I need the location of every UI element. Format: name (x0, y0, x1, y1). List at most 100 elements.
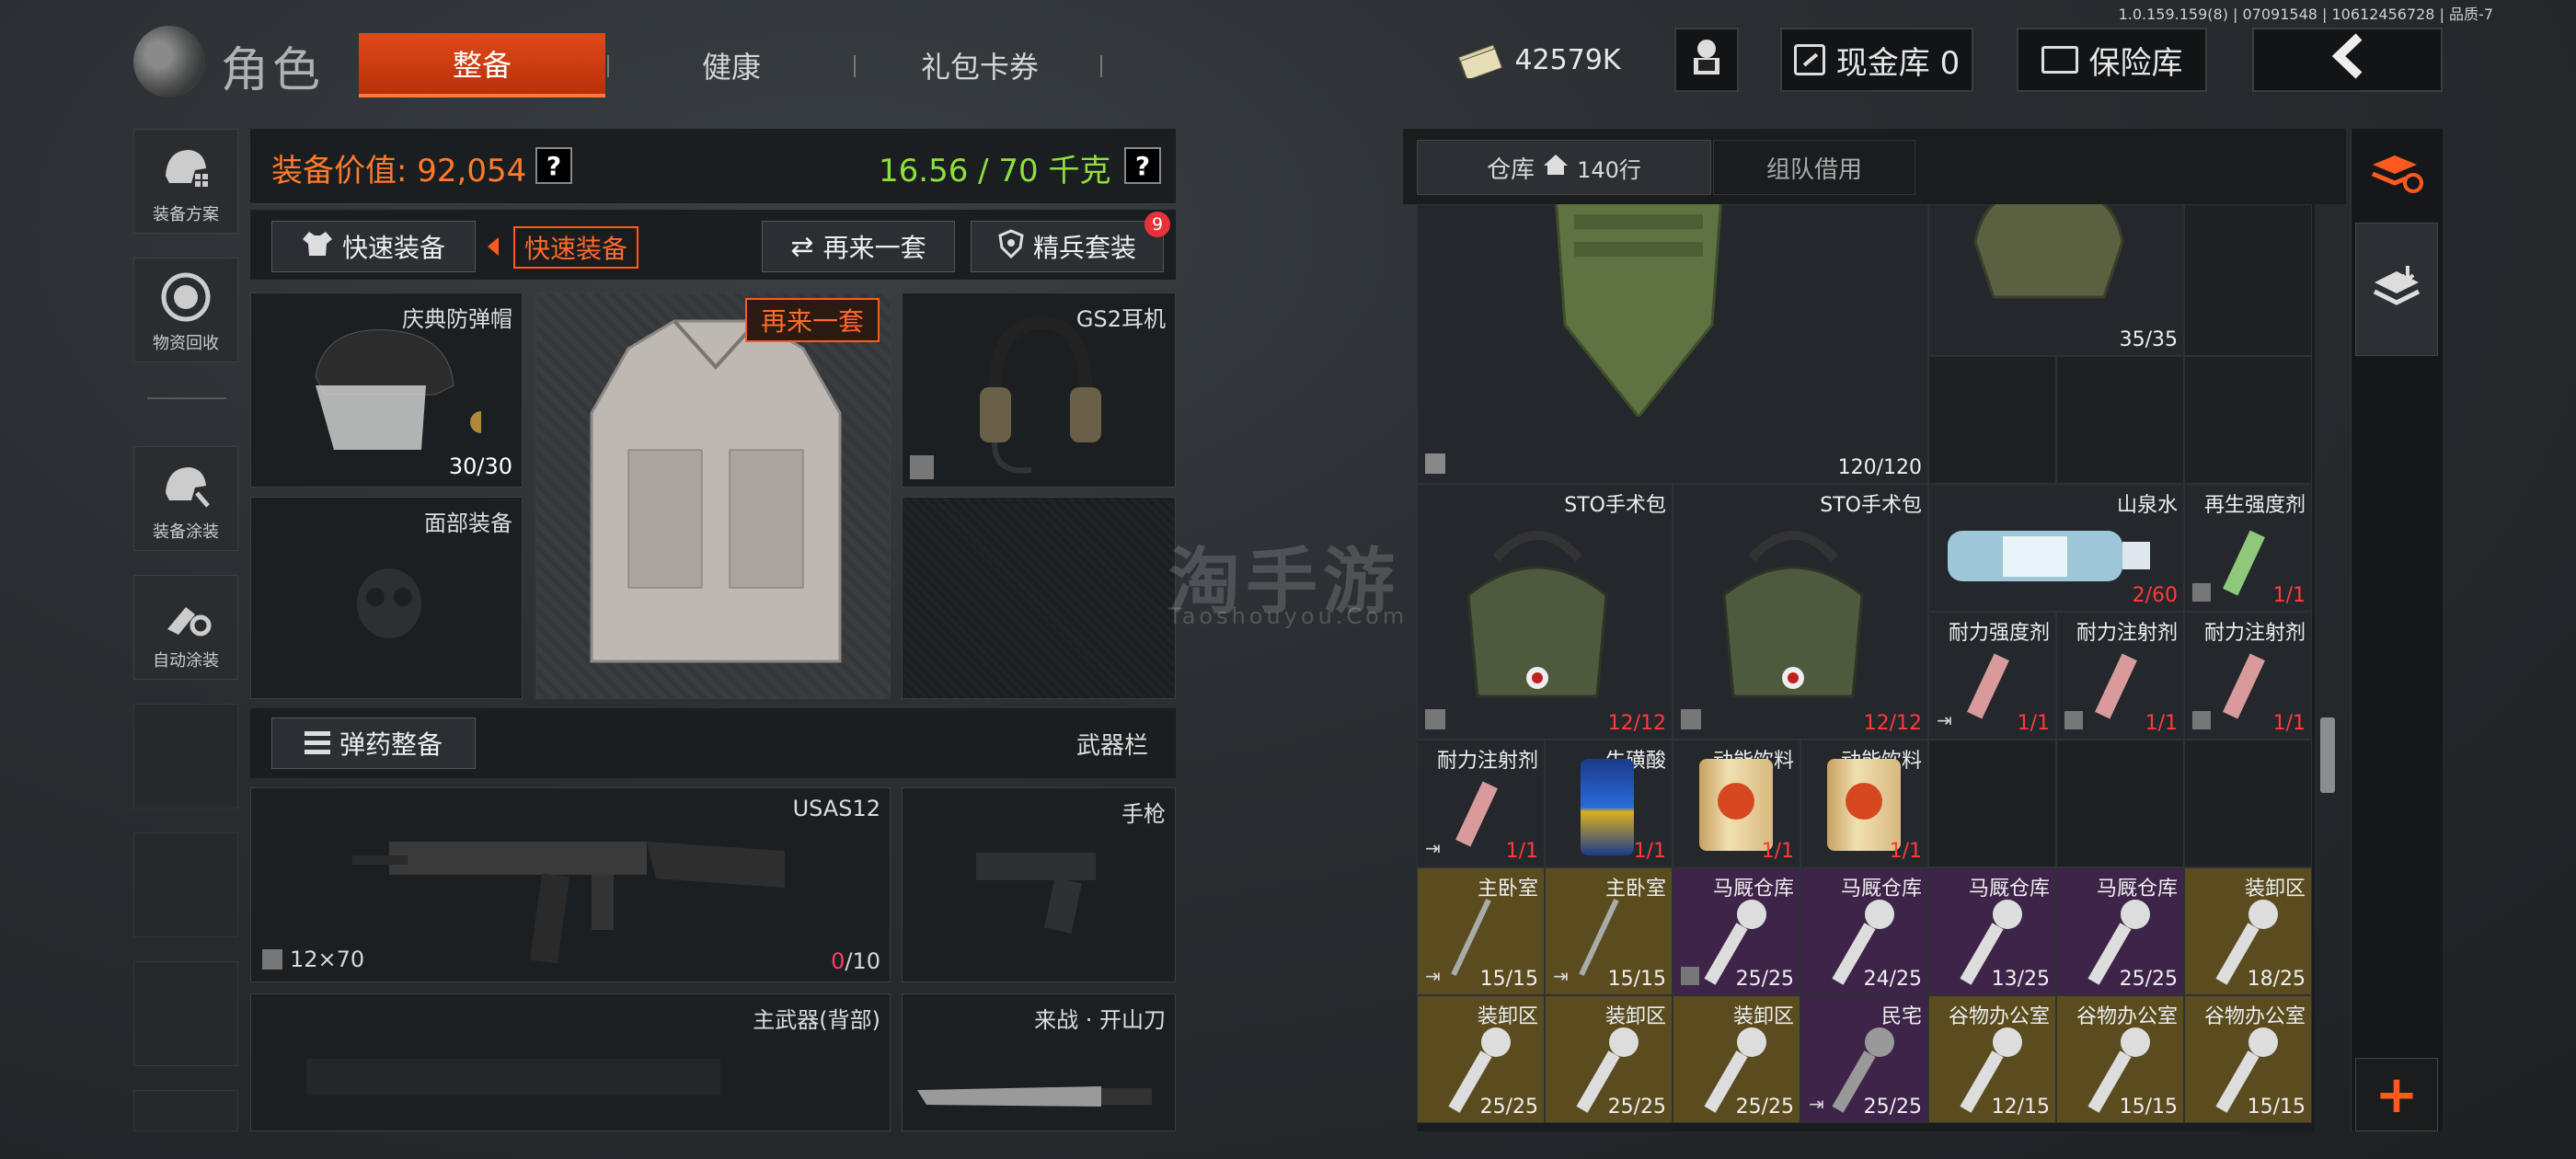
inventory-item-key[interactable]: 装卸区 25/25 (1545, 995, 1673, 1123)
quick-equip-button[interactable]: 快速装备 (271, 221, 476, 272)
elite-set-button[interactable]: 精兵套装 (971, 221, 1164, 272)
again-set-button[interactable]: ⇄ 再来一套 (762, 221, 955, 272)
empty-gear-slot[interactable] (902, 497, 1176, 699)
inventory-item-name: 再生强度剂 (2203, 494, 2306, 517)
inventory-item-count: 1/1 (2017, 712, 2050, 735)
inventory-item-key[interactable]: 马厩仓库 13/25 (1928, 867, 2056, 995)
inventory-empty-cell[interactable] (2184, 204, 2312, 356)
pink-syringe-icon (1455, 781, 1498, 847)
inventory-item-surgery-kit[interactable]: STO手术包 12/12 (1673, 484, 1928, 740)
inventory-item-key[interactable]: 谷物办公室 15/15 (2184, 995, 2312, 1123)
sidebar-item-auto-paint[interactable]: 自动涂装 (133, 575, 238, 680)
inventory-empty-cell[interactable] (2184, 740, 2312, 867)
weight-help-button[interactable]: ? (1124, 147, 1161, 184)
back-button[interactable] (2252, 28, 2443, 92)
inventory-item-key[interactable]: 主卧室 ⇥ 15/15 (1545, 867, 1673, 995)
inventory-empty-cell[interactable] (2184, 356, 2312, 484)
armor-vest-icon (564, 312, 868, 693)
sidebar-item-label: 装备方案 (153, 205, 219, 224)
inventory-item-stamina-booster[interactable]: 耐力强度剂 ⇥ 1/1 (1928, 612, 2056, 740)
exit-icon: ⇥ (1809, 1093, 1824, 1115)
inventory-item-water[interactable]: 山泉水 2/60 (1928, 484, 2184, 612)
tab-loadout[interactable]: 整备 (359, 33, 605, 98)
inventory-item-count: 15/15 (1607, 968, 1666, 991)
armor-vest-slot[interactable] (535, 293, 891, 699)
tab-team-borrow[interactable]: 组队借用 (1713, 140, 1915, 195)
pink-syringe-icon (2095, 653, 2137, 719)
inventory-empty-cell[interactable] (2056, 740, 2184, 867)
inventory-item-helmet[interactable]: 35/35 (1928, 204, 2184, 356)
inventory-item-key[interactable]: 谷物办公室 12/15 (1928, 995, 2056, 1123)
ammo-prep-button[interactable]: 弹药整备 (271, 717, 476, 769)
add-button[interactable]: + (2355, 1058, 2438, 1131)
cash-vault-button[interactable]: 现金库 0 (1780, 28, 1973, 92)
inventory-item-name: 耐力注射剂 (2076, 622, 2178, 645)
inventory-empty-cell[interactable] (1928, 356, 2056, 484)
inventory-item-energy-drink[interactable]: 动能饮料 1/1 (1673, 740, 1800, 867)
melee-slot[interactable]: 来战 · 开山刀 (902, 993, 1176, 1131)
tab-warehouse[interactable]: 仓库 140行 (1417, 140, 1711, 195)
inventory-item-count: 1/1 (2272, 712, 2306, 735)
helmet-slot[interactable]: 庆典防弹帽 30/30 (250, 293, 523, 488)
face-slot-label: 面部装备 (424, 511, 512, 536)
inventory-item-vest[interactable]: 120/120 (1417, 204, 1928, 484)
weapon-bar-label: 武器栏 (1076, 732, 1149, 760)
watermark-url: Taoshouyou.Com (1168, 603, 1409, 629)
inventory-item-key[interactable]: 装卸区 25/25 (1417, 995, 1545, 1123)
sort-inventory-button[interactable] (2360, 138, 2433, 212)
elite-set-label: 精兵套装 (1032, 233, 1136, 263)
inventory-item-key[interactable]: 谷物办公室 15/15 (2056, 995, 2184, 1123)
support-agent-button[interactable] (1674, 28, 1739, 92)
sidebar-item-recycle[interactable]: 物资回收 (133, 258, 238, 362)
inventory-item-key[interactable]: 民宅 ⇥ 25/25 (1800, 995, 1928, 1123)
sidebar-item-paint[interactable]: 装备涂装 (133, 446, 238, 551)
package-icon (1681, 967, 1699, 985)
inventory-item-key[interactable]: 马厩仓库 24/25 (1800, 867, 1928, 995)
page-title: 角色 (221, 43, 325, 98)
headset-slot[interactable]: GS2耳机 (902, 293, 1176, 488)
import-button[interactable] (2355, 223, 2438, 356)
sidebar-item-loadout-plan[interactable]: 装备方案 (133, 129, 238, 234)
inventory-item-regen-injector[interactable]: 再生强度剂 1/1 (2184, 484, 2312, 612)
inventory-item-taurine[interactable]: 牛磺酸 1/1 (1545, 740, 1673, 867)
helmet-paint-icon (155, 458, 216, 513)
helmet-grid-icon (155, 141, 216, 196)
inventory-item-name: 主卧室 (1604, 878, 1666, 901)
inventory-item-energy-drink[interactable]: 动能饮料 1/1 (1800, 740, 1928, 867)
inventory-empty-cell[interactable] (2056, 356, 2184, 484)
inventory-scrollbar[interactable] (2320, 717, 2335, 793)
face-slot[interactable]: 面部装备 (250, 497, 523, 699)
inventory-item-surgery-kit[interactable]: STO手术包 12/12 (1417, 484, 1673, 740)
tab-gift-cards[interactable]: 礼包卡券 (860, 33, 1099, 98)
character-logo-icon (133, 26, 205, 98)
value-help-button[interactable]: ? (535, 147, 572, 184)
inventory-item-count: 12/12 (1607, 712, 1666, 735)
tab-health[interactable]: 健康 (616, 33, 846, 98)
camo-vest-icon (1547, 204, 1731, 420)
inventory-item-key[interactable]: 装卸区 18/25 (2184, 867, 2312, 995)
inventory-empty-cell[interactable] (1928, 740, 2056, 867)
inventory-item-stamina-injector[interactable]: 耐力注射剂 ⇥ 1/1 (1417, 740, 1545, 867)
exit-icon: ⇥ (1425, 837, 1441, 859)
magazine-current: 0 (831, 948, 845, 974)
inventory-item-count: 12/12 (1863, 712, 1922, 735)
agent-icon (1685, 34, 1728, 86)
package-icon (910, 455, 934, 479)
inventory-item-count: 1/1 (1633, 840, 1666, 863)
inventory-item-key[interactable]: 主卧室 ⇥ 15/15 (1417, 867, 1545, 995)
ammo-list-icon (304, 731, 330, 755)
inventory-item-stamina-injector[interactable]: 耐力注射剂 1/1 (2184, 612, 2312, 740)
brush-gear-icon (155, 587, 216, 642)
inventory-item-key[interactable]: 装卸区 25/25 (1673, 995, 1800, 1123)
inventory-item-key[interactable]: 马厩仓库 25/25 (2056, 867, 2184, 995)
back-weapon-slot[interactable]: 主武器(背部) (250, 993, 891, 1131)
inventory-item-stamina-injector[interactable]: 耐力注射剂 1/1 (2056, 612, 2184, 740)
inventory-item-count: 1/1 (2145, 712, 2178, 735)
inventory-item-count: 1/1 (1889, 840, 1922, 863)
inventory-item-key[interactable]: 马厩仓库 25/25 (1673, 867, 1800, 995)
safe-vault-button[interactable]: 保险库 (2017, 28, 2207, 92)
sidebar-empty-slot (133, 832, 238, 937)
pistol-slot[interactable]: 手枪 (902, 787, 1176, 982)
primary-weapon-slot[interactable]: USAS12 12×70 0/10 (250, 787, 891, 982)
inventory-item-count: 25/25 (2119, 968, 2178, 991)
